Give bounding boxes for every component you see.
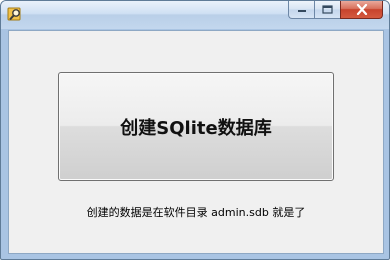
maximize-icon — [322, 5, 333, 14]
minimize-icon — [297, 9, 306, 12]
window-client-area: 创建SQlite数据库 创建的数据是在软件目录 admin.sdb 就是了 — [8, 30, 384, 254]
close-button[interactable] — [340, 1, 383, 19]
database-location-info: 创建的数据是在软件目录 admin.sdb 就是了 — [86, 206, 306, 219]
title-bar[interactable] — [1, 1, 389, 29]
caption-buttons — [288, 1, 383, 21]
create-sqlite-database-button[interactable]: 创建SQlite数据库 — [58, 72, 334, 181]
folder-search-icon — [7, 6, 23, 22]
close-icon — [356, 4, 367, 15]
maximize-button[interactable] — [314, 1, 340, 19]
create-sqlite-database-label: 创建SQlite数据库 — [120, 117, 272, 139]
minimize-button[interactable] — [288, 1, 314, 19]
app-window: 创建SQlite数据库 创建的数据是在软件目录 admin.sdb 就是了 — [0, 0, 390, 260]
